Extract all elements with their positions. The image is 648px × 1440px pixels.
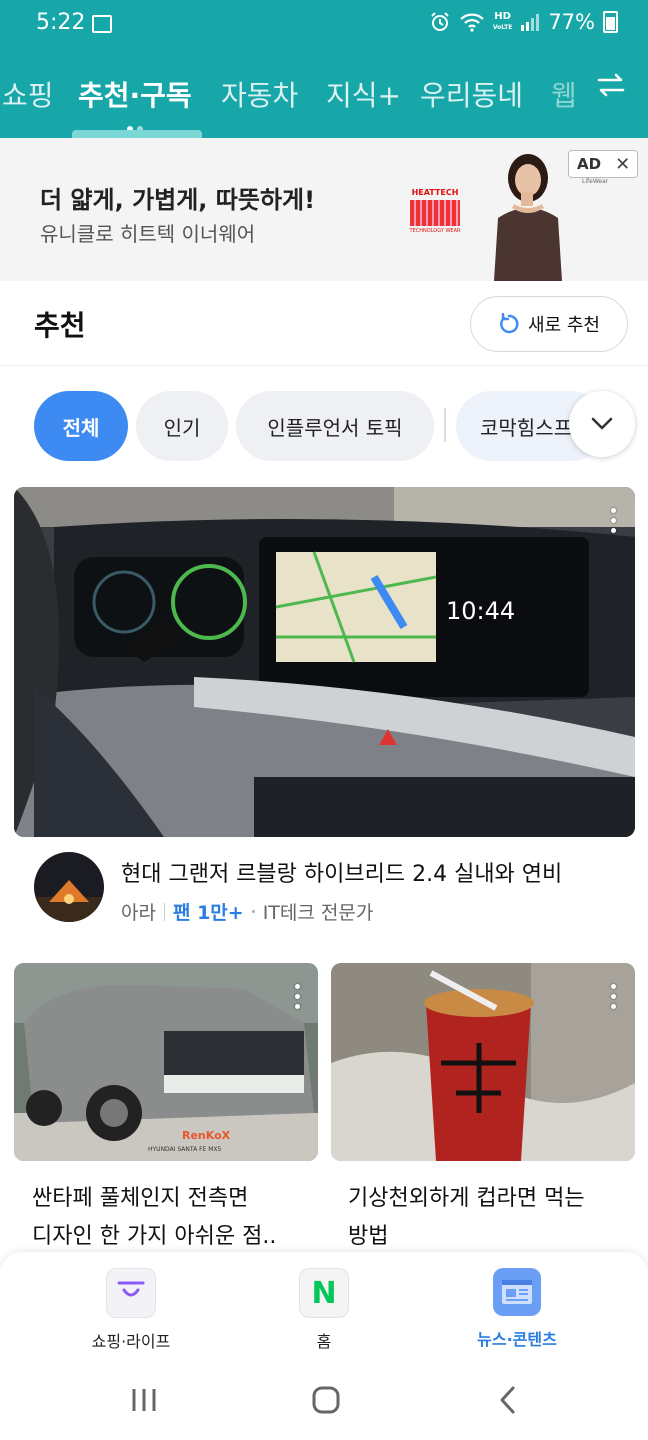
shopping-bag-icon bbox=[106, 1268, 156, 1318]
refresh-recommend-button[interactable]: 새로 추천 bbox=[470, 296, 628, 352]
card-image-ramen[interactable] bbox=[331, 963, 635, 1161]
card-title-ramen[interactable]: 기상천외하게 컵라면 먹는 방법 bbox=[348, 1180, 648, 1256]
naver-n-icon: N bbox=[299, 1268, 349, 1318]
nav-news-contents[interactable]: 뉴스·콘텐츠 bbox=[447, 1252, 587, 1350]
divider bbox=[0, 365, 648, 366]
refresh-icon bbox=[500, 313, 519, 334]
tab-neighborhood[interactable]: 우리동네 bbox=[420, 74, 523, 114]
santafe-plate-text: HYUNDAI SANTA FE MX5 bbox=[148, 1146, 222, 1153]
battery-percent: 77% bbox=[548, 10, 595, 34]
heattech-logo: HEATTECH TECHNOLOGY WEAR bbox=[409, 188, 461, 234]
ad-label: AD bbox=[577, 155, 602, 173]
home-button-icon[interactable] bbox=[311, 1385, 341, 1415]
tab-knowledge-plus[interactable]: 지식+ bbox=[326, 74, 401, 114]
wifi-icon bbox=[460, 13, 484, 32]
card-santafe-more-icon[interactable] bbox=[295, 984, 301, 1014]
tab-web[interactable]: 웹 bbox=[551, 74, 577, 114]
tab-automobile[interactable]: 자동차 bbox=[221, 74, 298, 114]
nav-shopping-life[interactable]: 쇼핑·라이프 bbox=[61, 1252, 201, 1352]
fan-count: 팬 1만+ bbox=[172, 902, 244, 924]
card-image-santafe[interactable]: RenKoX HYUNDAI SANTA FE MX5 bbox=[14, 963, 318, 1161]
category-tabs: 쇼핑 추천·구독 자동차 지식+ 우리동네 웹 bbox=[0, 70, 648, 118]
chip-all[interactable]: 전체 bbox=[34, 391, 128, 461]
section-title: 추천 bbox=[34, 309, 86, 342]
main-card-image[interactable]: 10:44 bbox=[14, 487, 635, 837]
ad-headline: 더 얇게, 가볍게, 따뜻하게! bbox=[40, 186, 316, 214]
tab-edit-icon[interactable] bbox=[596, 70, 626, 107]
tab-recommend-subscribe[interactable]: 추천·구독 bbox=[78, 74, 192, 114]
news-icon bbox=[493, 1268, 541, 1316]
gallery-notification-icon bbox=[92, 15, 112, 33]
chip-expand-button[interactable] bbox=[569, 391, 635, 457]
main-card-meta: 아라 팬 1만+ IT테크 전문가 bbox=[121, 898, 373, 925]
battery-icon bbox=[603, 11, 618, 33]
nav-shopping-life-label: 쇼핑·라이프 bbox=[91, 1332, 171, 1351]
author-category: IT테크 전문가 bbox=[262, 902, 374, 924]
hd-voice-indicator: HD VoLTE bbox=[492, 10, 513, 31]
chip-divider bbox=[444, 408, 446, 442]
nav-home[interactable]: N 홈 bbox=[254, 1252, 394, 1352]
author-avatar[interactable] bbox=[34, 852, 104, 922]
chip-influencer-topic[interactable]: 인플루언서 토픽 bbox=[236, 391, 434, 461]
signal-icon bbox=[521, 14, 540, 31]
dash-clock: 10:44 bbox=[446, 597, 515, 625]
card-ramen-more-icon[interactable] bbox=[611, 984, 617, 1014]
chevron-down-icon bbox=[591, 417, 613, 430]
ad-subtitle: 유니클로 히트텍 이너웨어 bbox=[40, 222, 256, 246]
main-card-more-icon[interactable] bbox=[611, 508, 617, 538]
system-navigation-bar bbox=[0, 1360, 648, 1440]
chip-popular[interactable]: 인기 bbox=[136, 391, 228, 461]
status-time: 5:22 bbox=[36, 10, 86, 35]
ad-badge[interactable]: AD ✕ bbox=[568, 150, 638, 178]
main-card-title[interactable]: 현대 그랜저 르블랑 하이브리드 2.4 실내와 연비 bbox=[121, 856, 562, 888]
refresh-label: 새로 추천 bbox=[528, 315, 600, 336]
status-bar: 5:22 HD VoLTE 77% bbox=[0, 0, 648, 48]
ad-model-image bbox=[494, 154, 562, 281]
bottom-navigation: 쇼핑·라이프 N 홈 뉴스·콘텐츠 bbox=[0, 1252, 648, 1360]
card-title-santafe[interactable]: 싼타페 풀체인지 전측면 디자인 한 가지 아쉬운 점.. bbox=[32, 1180, 332, 1256]
tab-shopping[interactable]: 쇼핑 bbox=[2, 74, 54, 114]
ad-close-icon[interactable]: ✕ bbox=[615, 154, 630, 175]
back-icon[interactable] bbox=[497, 1385, 517, 1415]
recent-apps-icon[interactable] bbox=[130, 1386, 158, 1414]
nav-news-contents-label: 뉴스·콘텐츠 bbox=[477, 1330, 557, 1349]
author-name[interactable]: 아라 bbox=[121, 898, 156, 925]
active-tab-indicator bbox=[72, 130, 202, 138]
alarm-icon bbox=[431, 12, 449, 31]
santafe-brand-text: RenKoX bbox=[182, 1129, 231, 1142]
nav-home-label: 홈 bbox=[316, 1332, 332, 1351]
ad-brand-label: LifeWear bbox=[582, 178, 609, 185]
